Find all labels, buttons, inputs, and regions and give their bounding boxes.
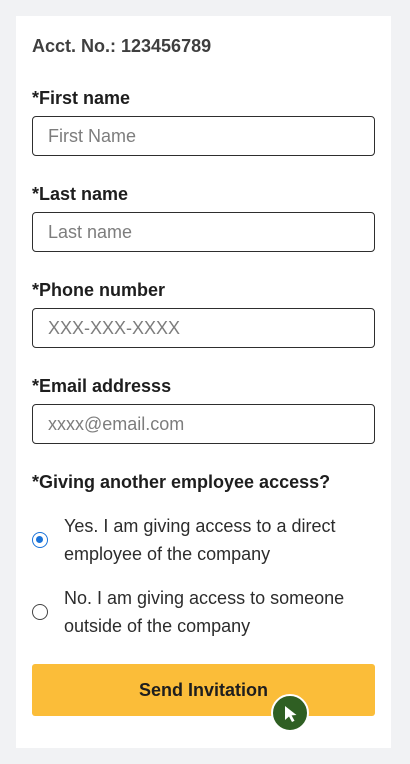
access-question-label: *Giving another employee access?: [32, 472, 331, 492]
radio-option-no[interactable]: No. I am giving access to someone outsid…: [32, 584, 375, 640]
email-address-input[interactable]: [32, 404, 375, 444]
radio-no-label: No. I am giving access to someone outsid…: [64, 588, 345, 636]
radio-no-button[interactable]: [32, 604, 48, 620]
radio-yes-label: Yes. I am giving access to a direct empl…: [64, 516, 336, 564]
first-name-label: *First name: [32, 88, 131, 108]
radio-yes-button[interactable]: [32, 532, 48, 548]
mouse-pointer-icon: [271, 694, 309, 732]
radio-option-yes[interactable]: Yes. I am giving access to a direct empl…: [32, 512, 375, 568]
send-invitation-button[interactable]: Send Invitation: [32, 664, 375, 716]
invitation-form-card: Acct. No.: 123456789 *First name *Last n…: [16, 16, 391, 748]
last-name-label: *Last name: [32, 184, 129, 204]
first-name-input[interactable]: [32, 116, 375, 156]
email-address-label: *Email addresss: [32, 376, 172, 396]
account-number: Acct. No.: 123456789: [32, 36, 212, 56]
phone-number-label: *Phone number: [32, 280, 166, 300]
phone-number-input[interactable]: [32, 308, 375, 348]
last-name-input[interactable]: [32, 212, 375, 252]
